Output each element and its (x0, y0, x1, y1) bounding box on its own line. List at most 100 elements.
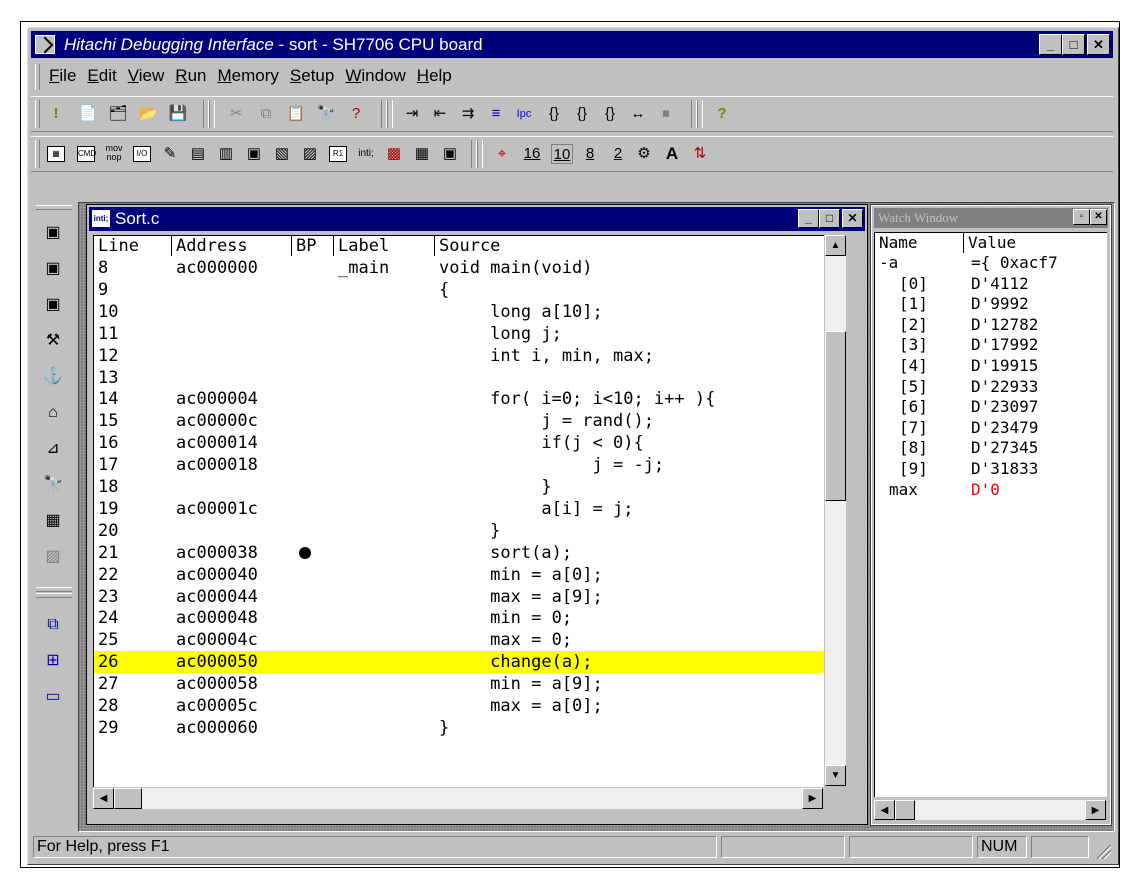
command-line-icon[interactable]: CMD (75, 144, 97, 164)
scroll-track[interactable] (142, 788, 802, 809)
close-button[interactable]: ✕ (1087, 34, 1110, 55)
scroll-right-button[interactable]: ▶ (802, 788, 823, 809)
stop-icon[interactable]: ⏹ (655, 104, 677, 124)
maximize-button[interactable]: □ (1062, 34, 1085, 55)
minimize-button[interactable]: _ (1039, 34, 1062, 55)
exclamation-icon[interactable]: ! (45, 104, 67, 124)
scroll-thumb[interactable] (114, 788, 142, 809)
find-icon[interactable]: 🔭 (42, 475, 64, 495)
source-row[interactable]: 14 ac000004 for( i=0; i<10; i++ ){ (94, 388, 824, 410)
scroll-left-button[interactable]: ◀ (93, 788, 114, 809)
source-row[interactable]: 15 ac00000c j = rand(); (94, 410, 824, 432)
menubar-grip[interactable] (35, 64, 40, 90)
resize-grip[interactable] (1097, 845, 1111, 859)
register-r1-icon[interactable]: R1 (327, 144, 349, 164)
source-row[interactable]: 27 ac000058 min = a[9]; (94, 673, 824, 695)
watch-row[interactable]: max D'0 (875, 480, 1107, 500)
target-init-icon[interactable]: ▣ (42, 295, 64, 315)
cut-icon[interactable]: ✂ (225, 104, 247, 124)
source-row[interactable]: 12 int i, min, max; (94, 345, 824, 367)
menu-item[interactable]: Setup (286, 66, 341, 86)
source-row[interactable]: 11 long j; (94, 323, 824, 345)
breakpoints-view-icon[interactable]: ▩ (383, 144, 405, 164)
watch-header-name[interactable]: Name (879, 233, 918, 253)
toolbar-grip[interactable] (35, 140, 40, 168)
radix-binary-button[interactable]: 2 (607, 144, 629, 164)
status-view-icon[interactable]: ✎ (159, 144, 181, 164)
pc-icon[interactable]: Ipc (513, 104, 535, 124)
watch-row[interactable]: -a ={ 0xacf7 (875, 253, 1107, 273)
waveform-view-icon[interactable]: ▣ (243, 144, 265, 164)
memory-view-icon[interactable]: ▤ (187, 144, 209, 164)
reset-icon[interactable]: ⌂ (42, 403, 64, 423)
performance-view-icon[interactable]: ▣ (439, 144, 461, 164)
tile-windows-icon[interactable]: ⊞ (42, 651, 64, 671)
watch-restore-button[interactable]: ▫ (1073, 209, 1090, 225)
source-minimize-button[interactable]: _ (798, 209, 819, 228)
menu-item[interactable]: Edit (83, 66, 123, 86)
source-window-titlebar[interactable]: inti; Sort.c _ □ ✕ (89, 207, 865, 231)
source-row[interactable]: 29 ac000060} (94, 717, 824, 739)
toolbar-grip[interactable] (35, 100, 40, 128)
source-vertical-scrollbar[interactable]: ▲ ▼ (825, 235, 846, 786)
column-header-address[interactable]: Address (172, 236, 292, 256)
watch-row[interactable]: [4] D'19915 (875, 356, 1107, 376)
scroll-thumb[interactable] (825, 331, 846, 501)
customize-icon[interactable]: ⇅ (689, 144, 711, 164)
column-header-label[interactable]: Label (334, 236, 435, 256)
io-view-icon[interactable]: I/O (131, 144, 153, 164)
go-icon[interactable]: ⇥ (401, 104, 423, 124)
watch-row[interactable]: [3] D'17992 (875, 335, 1107, 355)
paste-icon[interactable]: 📋 (285, 104, 307, 124)
watch-close-button[interactable]: ✕ (1090, 209, 1107, 225)
target-disconnect-icon[interactable]: ▣ (42, 259, 64, 279)
source-row[interactable]: 25 ac00004c max = 0; (94, 629, 824, 651)
toolbar-grip[interactable] (36, 205, 72, 210)
plugin-icon[interactable]: ⚙ (633, 144, 655, 164)
watch-row[interactable]: [0] D'4112 (875, 274, 1107, 294)
build-icon[interactable]: ⚒ (42, 331, 64, 351)
watch-row[interactable]: [7] D'23479 (875, 418, 1107, 438)
find-next-icon[interactable]: ? (345, 104, 367, 124)
locals-view-icon[interactable]: ▨ (299, 144, 321, 164)
help-icon[interactable]: ? (711, 104, 733, 124)
source-row[interactable]: 17 ac000018 j = -j; (94, 454, 824, 476)
eval-icon[interactable]: ⊿ (42, 439, 64, 459)
radix-hex-button[interactable]: 16 (521, 144, 543, 164)
source-row[interactable]: 19 ac00001c a[i] = j; (94, 498, 824, 520)
source-row[interactable]: 10 long a[10]; (94, 301, 824, 323)
cascade-windows-icon[interactable]: ⧉ (42, 615, 64, 635)
column-header-source[interactable]: Source (435, 236, 824, 256)
menu-item[interactable]: Window (341, 66, 412, 86)
watch-header-value[interactable]: Value (963, 233, 1016, 253)
source-row[interactable]: 22 ac000040 min = a[0]; (94, 564, 824, 586)
reset-go-icon[interactable]: ⇤ (429, 104, 451, 124)
step-in-icon[interactable]: {} (543, 104, 565, 124)
watch-row[interactable]: [2] D'12782 (875, 315, 1107, 335)
open-file-icon[interactable]: 📂 (137, 104, 159, 124)
set-pc-icon[interactable]: ≡ (485, 104, 507, 124)
scroll-up-button[interactable]: ▲ (825, 235, 846, 256)
source-horizontal-scrollbar[interactable]: ◀ ▶ (93, 788, 823, 809)
source-row[interactable]: 16 ac000014 if(j < 0){ (94, 432, 824, 454)
source-row[interactable]: 24 ac000048 min = 0; (94, 607, 824, 629)
find-icon[interactable]: 🔭 (315, 104, 337, 124)
source-row[interactable]: 13 (94, 367, 824, 389)
watch-row[interactable]: [8] D'27345 (875, 438, 1107, 458)
source-close-button[interactable]: ✕ (842, 209, 863, 228)
toolbar-grip[interactable] (36, 593, 72, 598)
scroll-thumb[interactable] (895, 800, 915, 820)
source-row-current[interactable]: 26 ac000050 change(a); (94, 651, 824, 674)
open-session-icon[interactable]: 🗂 (107, 104, 129, 124)
breakpoint-marker[interactable] (299, 542, 311, 564)
radix-octal-button[interactable]: 8 (579, 144, 601, 164)
label-view-icon[interactable]: ▧ (271, 144, 293, 164)
source-row[interactable]: 20 } (94, 520, 824, 542)
menu-item[interactable]: File (45, 66, 83, 86)
image-icon[interactable]: ▦ (42, 511, 64, 531)
source-row[interactable]: 18 } (94, 476, 824, 498)
step-out-icon[interactable]: {} (599, 104, 621, 124)
trace-view-icon[interactable]: ▦ (411, 144, 433, 164)
scroll-track[interactable] (915, 800, 1085, 820)
new-session-icon[interactable]: 📄 (77, 104, 99, 124)
